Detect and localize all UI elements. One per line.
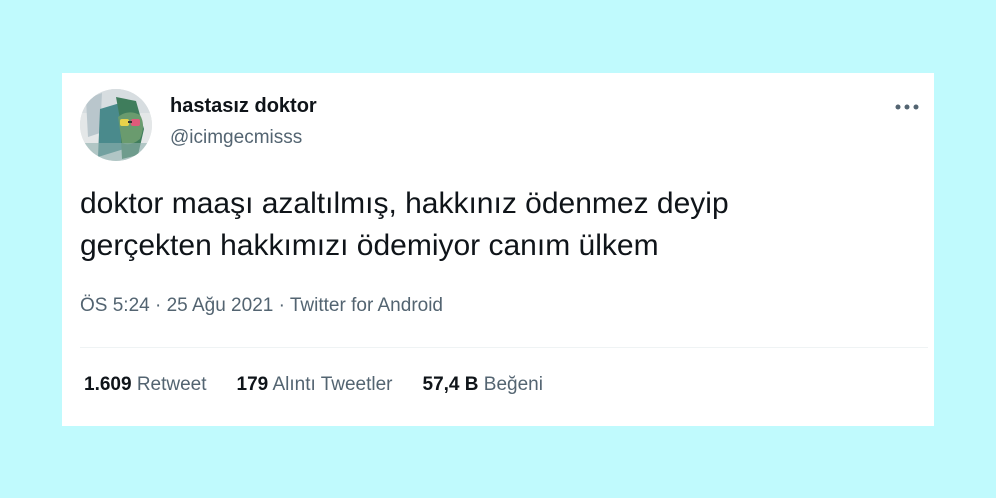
quote-tweet-label: Alıntı Tweetler [272, 374, 393, 395]
more-options-button[interactable] [892, 95, 922, 119]
tweet-source[interactable]: Twitter for Android [290, 295, 443, 316]
retweet-count: 1.609 [84, 374, 132, 395]
tweet-meta: ÖS 5:24 · 25 Ağu 2021 · Twitter for Andr… [80, 295, 443, 317]
avatar-image [80, 89, 152, 161]
meta-separator: · [155, 295, 162, 316]
display-name[interactable]: hastasız doktor [170, 95, 317, 118]
tweet-text: doktor maaşı azaltılmış, hakkınız ödenme… [80, 183, 910, 267]
quote-tweet-stat[interactable]: 179 Alıntı Tweetler [237, 374, 393, 396]
tweet-text-line: gerçekten hakkımızı ödemiyor canım ülkem [80, 229, 659, 262]
tweet-card: hastasız doktor @icimgecmisss doktor maa… [62, 73, 934, 426]
divider [80, 347, 928, 348]
like-label: Beğeni [483, 374, 543, 395]
avatar[interactable] [80, 89, 152, 161]
more-horizontal-icon [895, 104, 919, 110]
retweet-label: Retweet [136, 374, 207, 395]
tweet-date[interactable]: 25 Ağu 2021 [167, 295, 274, 316]
like-stat[interactable]: 57,4 B Beğeni [423, 374, 543, 396]
tweet-stats: 1.609 Retweet 179 Alıntı Tweetler 57,4 B… [84, 374, 573, 396]
like-count: 57,4 B [422, 374, 479, 395]
retweet-stat[interactable]: 1.609 Retweet [84, 374, 207, 396]
tweet-text-line: doktor maaşı azaltılmış, hakkınız ödenme… [80, 187, 729, 220]
tweet-time[interactable]: ÖS 5:24 [80, 295, 150, 316]
user-handle[interactable]: @icimgecmisss [170, 127, 302, 149]
quote-tweet-count: 179 [236, 374, 269, 395]
meta-separator: · [278, 295, 285, 316]
